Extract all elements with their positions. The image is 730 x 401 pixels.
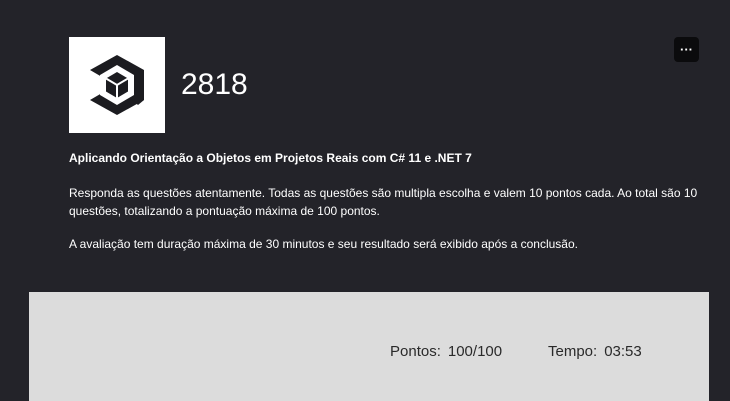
more-options-button[interactable]: ··· — [674, 37, 699, 62]
cube-logo-icon — [90, 55, 144, 115]
instructions-text: Responda as questões atentamente. Todas … — [69, 186, 698, 218]
time-stat: Tempo: 03:53 — [548, 343, 642, 360]
time-label: Tempo: — [548, 343, 598, 360]
points-label: Pontos: — [390, 343, 441, 360]
result-panel: Pontos: 100/100 Tempo: 03:53 — [29, 292, 709, 401]
course-title: Aplicando Orientação a Objetos em Projet… — [69, 151, 472, 165]
points-stat: Pontos: 100/100 — [390, 343, 502, 360]
duration-note: A avaliação tem duração máxima de 30 min… — [69, 237, 578, 251]
points-value: 100/100 — [447, 343, 503, 360]
course-logo — [69, 37, 165, 133]
course-code: 2818 — [181, 68, 248, 101]
time-value: 03:53 — [604, 343, 642, 360]
ellipsis-icon: ··· — [680, 42, 693, 57]
